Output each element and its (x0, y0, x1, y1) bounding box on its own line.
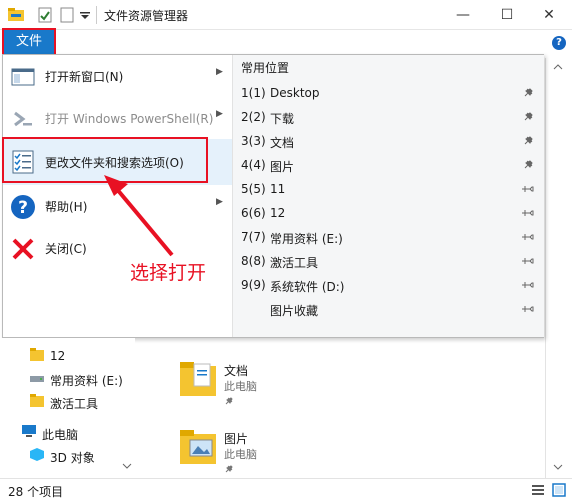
large-icons-view-icon[interactable] (552, 483, 566, 497)
nav-item-label: 12 (50, 349, 66, 363)
pin-icon (225, 465, 233, 473)
nav-item-label: 3D 对象 (50, 451, 95, 465)
details-view-icon[interactable] (532, 484, 544, 496)
3d-objects-icon (30, 448, 44, 461)
pin-icon (225, 397, 233, 405)
nav-item-label: 常用资料 (E:) (50, 374, 123, 388)
nav-scrollbar[interactable] (121, 338, 133, 478)
content-item-documents[interactable]: 文档 此电脑 (180, 360, 300, 405)
content-item-pictures[interactable]: 图片 此电脑 (180, 428, 300, 473)
drive-icon (30, 376, 44, 382)
computer-icon (22, 425, 36, 437)
item-count: 28 个项目 (8, 485, 64, 499)
content-item-title: 图片 (224, 432, 249, 446)
folder-icon (30, 348, 44, 361)
nav-item-label: 激活工具 (50, 397, 99, 411)
content-item-subtitle: 此电脑 (224, 380, 257, 393)
annotation-text: 选择打开 (130, 262, 207, 284)
folder-icon (30, 394, 44, 407)
content-item-title: 文档 (224, 364, 249, 378)
nav-item-label: 此电脑 (42, 428, 79, 442)
status-bar: 28 个项目 (0, 478, 572, 500)
content-item-subtitle: 此电脑 (224, 448, 257, 461)
pictures-folder-icon (180, 430, 216, 464)
documents-folder-icon (180, 362, 216, 396)
navigation-pane: 12 常用资料 (E:) 激活工具 此电脑 3D 对象 (0, 338, 135, 478)
